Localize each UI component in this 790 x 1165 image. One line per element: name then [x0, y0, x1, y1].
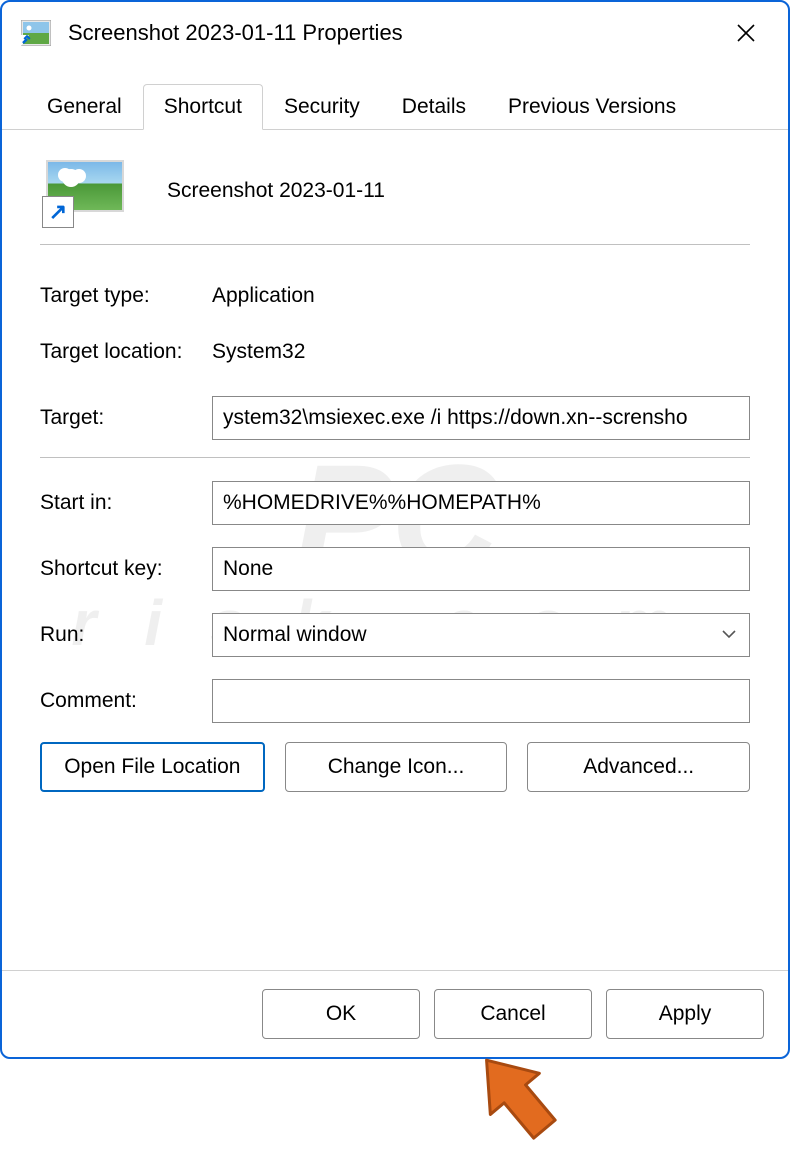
label-comment: Comment: [40, 689, 212, 713]
tab-general[interactable]: General [26, 84, 143, 130]
ok-button[interactable]: OK [262, 989, 420, 1039]
titlebar: Screenshot 2023-01-11 Properties [2, 2, 788, 64]
target-input[interactable] [212, 396, 750, 440]
open-file-location-button[interactable]: Open File Location [40, 742, 265, 792]
file-header: ↗ Screenshot 2023-01-11 [40, 150, 750, 245]
shortcut-overlay-icon: ↗ [42, 196, 74, 228]
dialog-footer: OK Cancel Apply [2, 970, 788, 1057]
change-icon-button[interactable]: Change Icon... [285, 742, 508, 792]
tab-shortcut[interactable]: Shortcut [143, 84, 263, 130]
row-shortcut-key: Shortcut key: [40, 542, 750, 596]
tab-strip: General Shortcut Security Details Previo… [2, 82, 788, 130]
shortcut-key-input[interactable] [212, 547, 750, 591]
comment-input[interactable] [212, 679, 750, 723]
row-comment: Comment: [40, 674, 750, 728]
advanced-button[interactable]: Advanced... [527, 742, 750, 792]
label-run: Run: [40, 623, 212, 647]
start-in-input[interactable] [212, 481, 750, 525]
label-target-location: Target location: [40, 340, 212, 364]
value-target-type: Application [212, 284, 315, 308]
label-target-type: Target type: [40, 284, 212, 308]
tab-details[interactable]: Details [381, 84, 487, 130]
run-select[interactable] [212, 613, 750, 657]
shortcut-file-icon: ↗ [46, 160, 131, 222]
label-start-in: Start in: [40, 491, 212, 515]
tab-security[interactable]: Security [263, 84, 381, 130]
close-button[interactable] [720, 13, 772, 53]
separator [40, 457, 750, 458]
tab-previous-versions[interactable]: Previous Versions [487, 84, 697, 130]
label-target: Target: [40, 406, 212, 430]
cancel-button[interactable]: Cancel [434, 989, 592, 1039]
row-start-in: Start in: [40, 476, 750, 530]
row-target-type: Target type: Application [40, 269, 750, 323]
row-target-location: Target location: System32 [40, 325, 750, 379]
apply-button[interactable]: Apply [606, 989, 764, 1039]
tab-content: PC risk.com ↗ Screenshot 2023-01-11 Targ… [2, 130, 788, 970]
label-shortcut-key: Shortcut key: [40, 557, 212, 581]
row-target: Target: [40, 391, 750, 445]
action-button-row: Open File Location Change Icon... Advanc… [40, 742, 750, 792]
window-title: Screenshot 2023-01-11 Properties [68, 20, 403, 46]
row-run: Run: [40, 608, 750, 662]
value-target-location: System32 [212, 340, 305, 364]
properties-dialog: Screenshot 2023-01-11 Properties General… [0, 0, 790, 1059]
file-name[interactable]: Screenshot 2023-01-11 [167, 179, 385, 203]
file-type-icon [18, 15, 54, 51]
